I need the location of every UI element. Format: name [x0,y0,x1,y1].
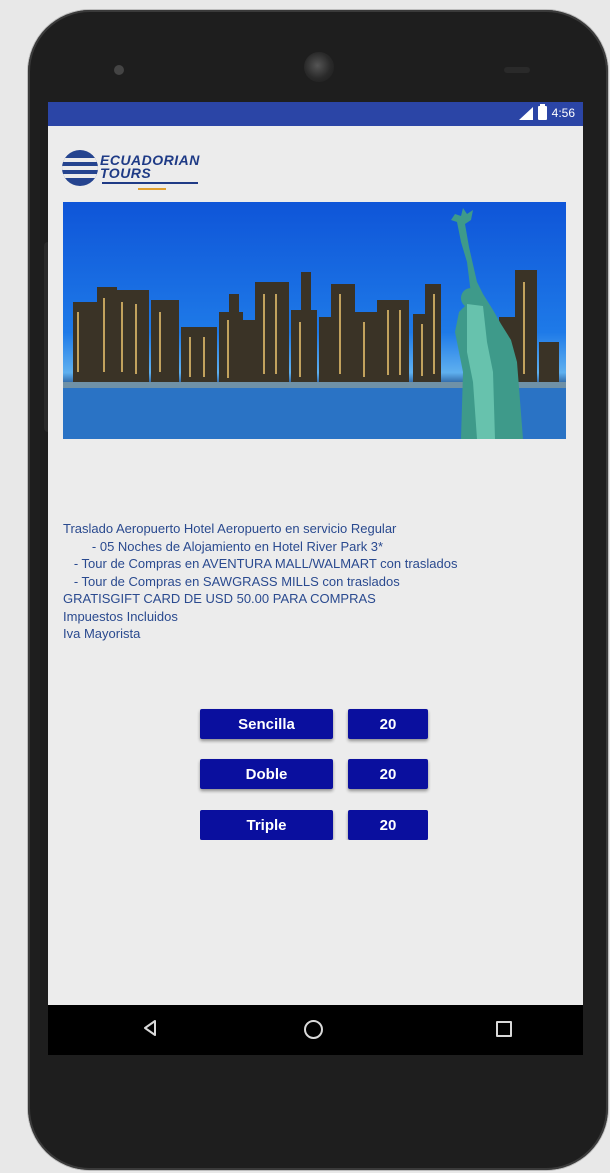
city-skyline-banner [63,202,566,439]
room-sencilla-button[interactable]: Sencilla [200,709,333,739]
app-screen: 4:56 ECUADORIAN TOURS Traslado Aeropuert… [48,102,583,1055]
description-line: Iva Mayorista [63,626,141,641]
description-line: Impuestos Incluidos [63,608,178,624]
package-description: Traslado Aeropuerto Hotel Aeropuerto en … [63,520,568,643]
description-line: Traslado Aeropuerto Hotel Aeropuerto en … [63,521,397,536]
recent-apps-icon[interactable] [496,1021,512,1037]
room-row-sencilla: Sencilla 20 [200,709,428,739]
room-row-triple: Triple 20 [200,810,428,840]
room-doble-button[interactable]: Doble [200,759,333,789]
front-camera [304,52,334,82]
room-row-doble: Doble 20 [200,759,428,789]
description-line: - Tour de Compras en SAWGRASS MILLS con … [63,573,400,589]
back-icon[interactable] [142,1019,158,1037]
proximity-sensor [504,67,530,73]
room-triple-quantity-button[interactable]: 20 [348,810,428,840]
front-sensor-dot [114,65,124,75]
status-bar: 4:56 [48,102,583,126]
logo-text-line2: TOURS [100,165,152,181]
navigation-bar [48,1005,583,1055]
description-line: - Tour de Compras en AVENTURA MALL/WALMA… [63,556,458,571]
brand-logo: ECUADORIAN TOURS [62,146,222,192]
home-icon[interactable] [304,1020,323,1039]
description-line: - 05 Noches de Alojamiento en Hotel Rive… [63,538,384,554]
signal-icon [518,106,533,120]
description-line: GRATISGIFT CARD DE USD 50.00 PARA COMPRA… [63,591,376,606]
room-triple-button[interactable]: Triple [200,810,333,840]
globe-icon [62,150,98,186]
status-time: 4:56 [551,106,575,120]
battery-icon [537,104,547,120]
phone-frame: 4:56 ECUADORIAN TOURS Traslado Aeropuert… [28,10,608,1170]
logo-accent [138,188,166,190]
logo-underline [102,182,198,184]
skyline-image [63,208,566,439]
room-sencilla-quantity-button[interactable]: 20 [348,709,428,739]
room-doble-quantity-button[interactable]: 20 [348,759,428,789]
